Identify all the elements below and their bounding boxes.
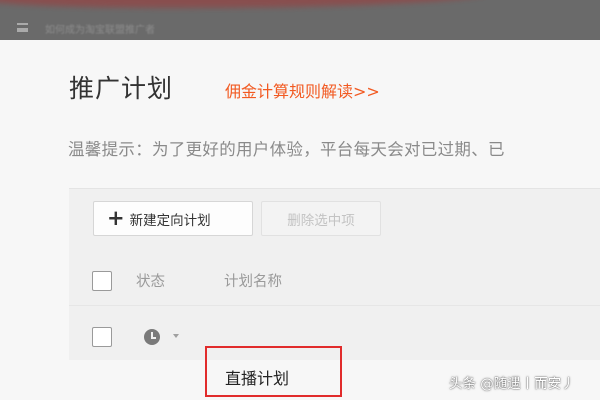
top-notice-link[interactable]: 如何成为淘宝联盟推广者 <box>45 21 155 36</box>
column-header-status: 状态 <box>136 274 165 290</box>
watermark: 头条 @随遇丨而安丿 <box>449 376 575 392</box>
plus-icon: + <box>107 206 125 230</box>
select-all-checkbox[interactable] <box>92 271 112 291</box>
new-targeted-plan-label: 新建定向计划 <box>129 212 211 229</box>
top-bar-decoration <box>0 0 490 8</box>
column-header-plan-name: 计划名称 <box>224 274 282 290</box>
row-checkbox[interactable] <box>92 327 112 347</box>
chevron-down-icon[interactable] <box>173 334 179 338</box>
menu-icon[interactable] <box>17 23 28 32</box>
top-bar: 如何成为淘宝联盟推广者 <box>0 0 600 40</box>
page-title: 推广计划 <box>69 74 174 103</box>
clock-icon <box>144 329 160 345</box>
commission-rule-link[interactable]: 佣金计算规则解读>> <box>225 78 380 102</box>
delete-selected-label: 删除选中项 <box>287 212 355 229</box>
row-divider <box>69 305 600 306</box>
new-targeted-plan-button[interactable]: + 新建定向计划 <box>93 201 253 236</box>
tip-text: 温馨提示：为了更好的用户体验，平台每天会对已过期、已 <box>68 140 505 159</box>
delete-selected-button[interactable]: 删除选中项 <box>261 201 381 236</box>
plan-name-cell[interactable]: 直播计划 <box>225 365 289 389</box>
